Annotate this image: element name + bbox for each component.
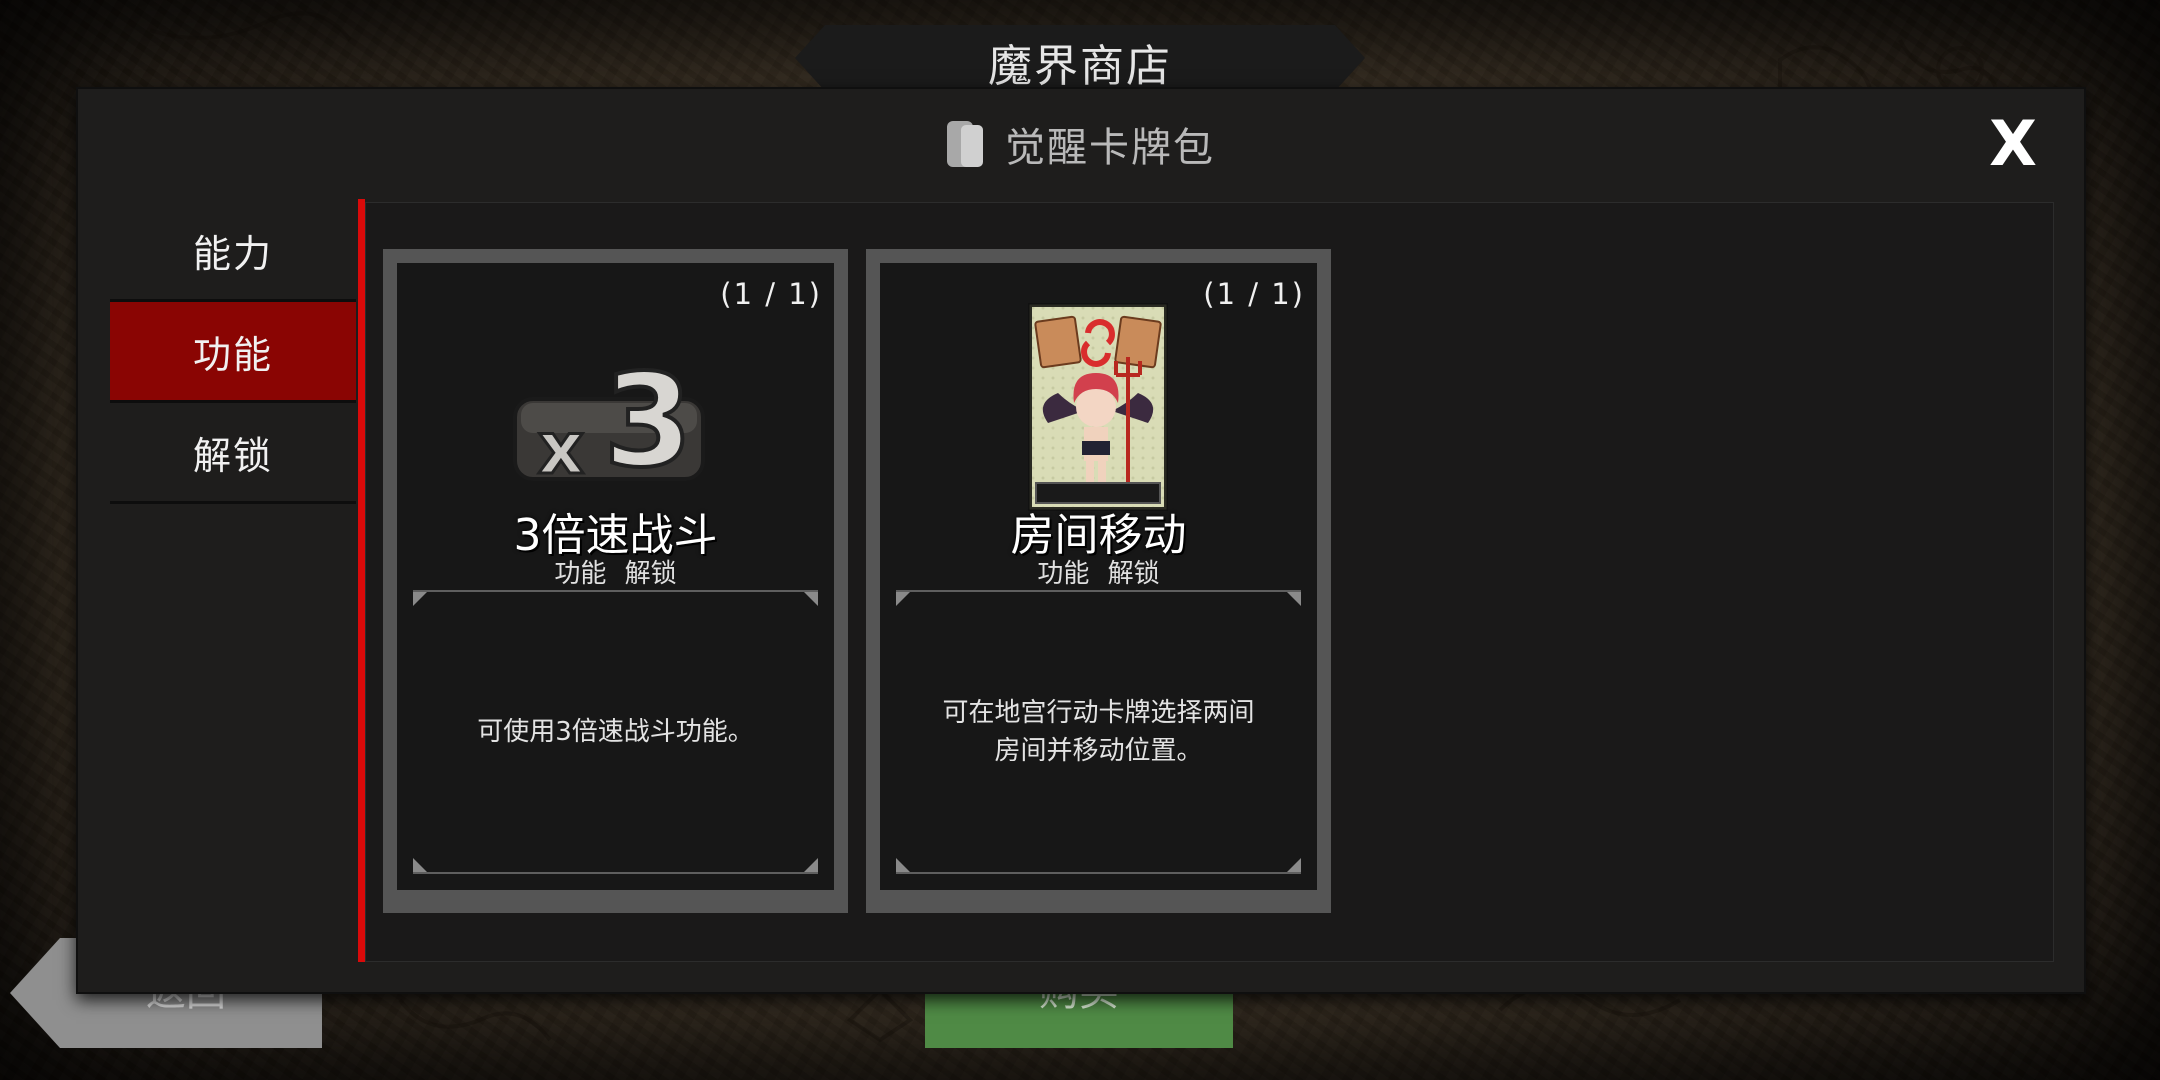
game-screen: 魔界商店 返回 购买 觉醒卡牌包 X 能力 功能 解锁 (0, 0, 2160, 1080)
tab-label: 能力 (192, 231, 273, 276)
room-move-card-icon (1028, 303, 1168, 511)
close-icon: X (1989, 107, 2037, 180)
card-description-box: 可使用3倍速战斗功能。 (413, 590, 818, 874)
close-button[interactable]: X (1982, 113, 2044, 175)
card-tags: 功能 解锁 (554, 559, 677, 589)
modal-title: 觉醒卡牌包 (1005, 125, 1215, 171)
card-count: (1 / 1) (720, 277, 822, 311)
tab-ability[interactable]: 能力 (110, 201, 356, 302)
card-description-box: 可在地宫行动卡牌选择两间房间并移动位置。 (896, 590, 1301, 874)
card-3x-speed[interactable]: (1 / 1) x 3 3倍速战斗 功能 解锁 可使用3倍速战斗功能。 (383, 249, 848, 913)
tab-function[interactable]: 功能 (110, 302, 356, 403)
card-face: (1 / 1) x 3 3倍速战斗 功能 解锁 可使用3倍速战斗功能。 (397, 263, 834, 890)
card-pack-icon (947, 121, 983, 167)
tab-unlock[interactable]: 解锁 (110, 403, 356, 504)
card-room-move[interactable]: (1 / 1) 房间移动 功能 解锁 可在地宫行动卡牌选择两间房间并移动位置。 (866, 249, 1331, 913)
card-tags: 功能 解锁 (1037, 559, 1160, 589)
card-description: 可使用3倍速战斗功能。 (477, 717, 754, 747)
x3-speed-icon: x 3 (513, 361, 705, 481)
modal-header: 觉醒卡牌包 X (78, 89, 2084, 199)
card-description: 可在地宫行动卡牌选择两间房间并移动位置。 (942, 698, 1255, 766)
x3-prefix: x (538, 406, 584, 481)
card-face: (1 / 1) 房间移动 功能 解锁 可在地宫行动卡牌选择两间房间并移动位置。 (880, 263, 1317, 890)
shop-title-banner: 魔界商店 (795, 25, 1365, 91)
tab-divider (358, 199, 365, 962)
shop-title: 魔界商店 (988, 41, 1172, 92)
category-tabs: 能力 功能 解锁 (110, 201, 356, 504)
x3-number: 3 (603, 361, 692, 481)
card-count: (1 / 1) (1203, 277, 1305, 311)
card-pack-modal: 觉醒卡牌包 X 能力 功能 解锁 (1 / 1) x 3 3倍速战斗 功能 解锁… (76, 87, 2086, 994)
tab-label: 解锁 (192, 433, 273, 478)
tab-label: 功能 (192, 332, 273, 377)
